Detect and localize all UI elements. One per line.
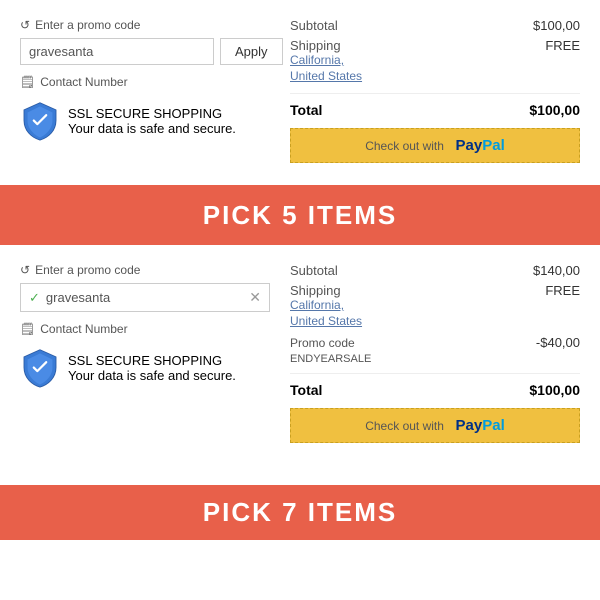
location-link-1b[interactable]: United States: [290, 69, 362, 83]
right-column-2: Subtotal $140,00 Shipping California, Un…: [290, 263, 580, 443]
location-link-2b[interactable]: United States: [290, 314, 362, 328]
left-column-2: ↺ Enter a promo code ✓ gravesanta ✕ 🗒 Co…: [20, 263, 270, 443]
refresh-icon-2: ↺: [20, 263, 30, 277]
ssl-shield-icon: [20, 101, 60, 141]
left-column-1: ↺ Enter a promo code Apply 🗒 Contact Num…: [20, 18, 270, 163]
ssl-badge-2: SSL SECURE SHOPPING Your data is safe an…: [20, 348, 270, 388]
paypal-button-1[interactable]: Check out with PayPal: [290, 128, 580, 163]
total-row-2: Total $100,00: [290, 373, 580, 398]
ssl-badge-1: SSL SECURE SHOPPING Your data is safe an…: [20, 101, 270, 141]
check-icon: ✓: [29, 290, 40, 306]
apply-button-1[interactable]: Apply: [220, 38, 283, 65]
contact-row-1: 🗒 Contact Number: [20, 75, 270, 89]
clear-promo-icon[interactable]: ✕: [249, 289, 261, 306]
ssl-text-2: SSL SECURE SHOPPING Your data is safe an…: [68, 353, 236, 383]
shipping-row-1: Shipping California, United States FREE: [290, 38, 580, 85]
location-link-1a[interactable]: California,: [290, 53, 362, 67]
shipping-row-2: Shipping California, United States FREE: [290, 283, 580, 330]
subtotal-row-2: Subtotal $140,00: [290, 263, 580, 278]
paypal-logo-2: PayPal: [456, 417, 505, 434]
promo-label-2: ↺ Enter a promo code: [20, 263, 270, 277]
paypal-logo-1: PayPal: [456, 137, 505, 154]
promo-input-1[interactable]: [20, 38, 214, 65]
subtotal-row-1: Subtotal $100,00: [290, 18, 580, 33]
promo-label-1: ↺ Enter a promo code: [20, 18, 270, 32]
section-before-promo: ↺ Enter a promo code Apply 🗒 Contact Num…: [0, 0, 600, 185]
contact-row-2: 🗒 Contact Number: [20, 322, 270, 336]
doc-icon-2: 🗒: [20, 322, 35, 336]
banner-pick7: PICK 7 ITEMS: [0, 485, 600, 540]
total-row-1: Total $100,00: [290, 93, 580, 118]
promo-applied-row: ✓ gravesanta ✕: [20, 283, 270, 312]
ssl-shield-icon-2: [20, 348, 60, 388]
right-column-1: Subtotal $100,00 Shipping California, Un…: [290, 18, 580, 163]
ssl-text: SSL SECURE SHOPPING Your data is safe an…: [68, 106, 236, 136]
promo-code-row: Promo code ENDYEARSALE -$40,00: [290, 335, 580, 365]
location-link-2a[interactable]: California,: [290, 298, 362, 312]
section-after-promo: ↺ Enter a promo code ✓ gravesanta ✕ 🗒 Co…: [0, 245, 600, 485]
doc-icon: 🗒: [20, 75, 35, 89]
paypal-button-2[interactable]: Check out with PayPal: [290, 408, 580, 443]
refresh-icon: ↺: [20, 18, 30, 32]
banner-pick5: PICK 5 ITEMS: [0, 185, 600, 245]
promo-input-row-1: Apply: [20, 38, 270, 65]
